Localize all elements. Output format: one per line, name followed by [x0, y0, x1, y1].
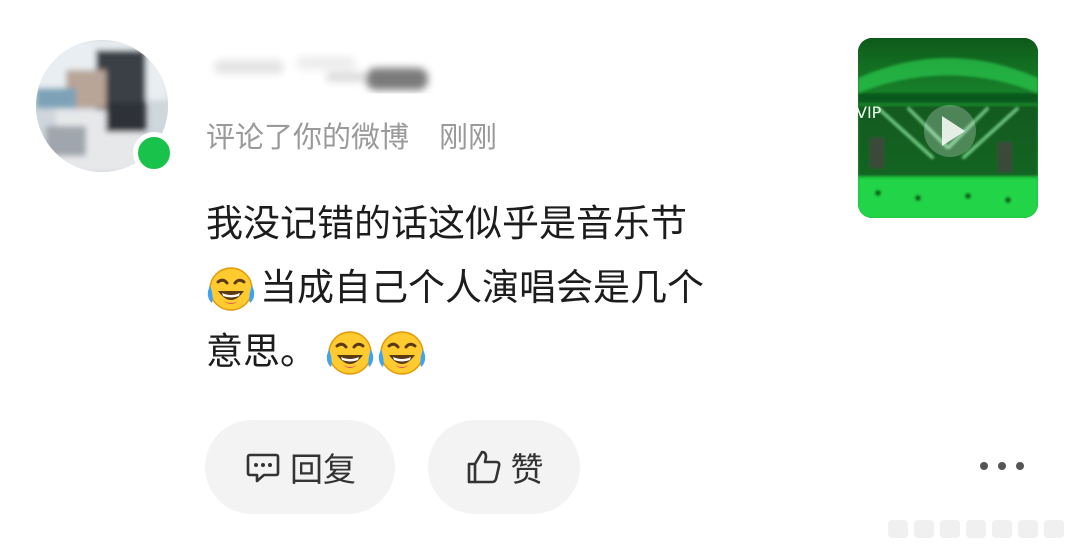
- user-avatar-group[interactable]: [36, 40, 175, 176]
- laughing-crying-emoji-icon: [378, 331, 426, 375]
- comment-text[interactable]: 我没记错的话这似乎是音乐节 当成自己个人演唱会是几个 意思。: [206, 192, 826, 384]
- timestamp: 刚刚: [439, 120, 498, 154]
- original-post-video-thumbnail[interactable]: VIP: [858, 38, 1038, 218]
- action-text: 评论了你的微博: [206, 120, 410, 154]
- online-status-dot: [133, 132, 175, 174]
- thumbnail-text: VIP: [858, 103, 882, 122]
- more-dot-icon: [1016, 462, 1024, 470]
- username-blurred[interactable]: [206, 46, 446, 98]
- laughing-crying-emoji-icon: [207, 267, 255, 311]
- comment-line-3: 意思。: [206, 320, 826, 384]
- more-dot-icon: [998, 462, 1006, 470]
- laughing-crying-emoji-icon: [326, 331, 374, 375]
- comment-line-text: 我没记错的话这似乎是音乐节: [206, 202, 687, 245]
- like-label: 赞: [510, 450, 544, 489]
- more-options-button[interactable]: [980, 452, 1024, 480]
- watermark: [888, 514, 1068, 542]
- comment-line-2: 当成自己个人演唱会是几个: [206, 256, 826, 320]
- comment-bubble-icon: [246, 453, 280, 483]
- reply-label: 回复: [290, 450, 356, 489]
- comment-meta: 评论了你的微博 刚刚: [206, 114, 497, 156]
- more-dot-icon: [980, 462, 988, 470]
- comment-line-text: 意思。: [206, 330, 317, 373]
- concert-stage-image: VIP: [858, 38, 1038, 218]
- comment-line-1: 我没记错的话这似乎是音乐节: [206, 192, 826, 256]
- comment-notification-card[interactable]: 评论了你的微博 刚刚 我没记错的话这似乎是音乐节 当成自己个人演唱会是几个 意思…: [0, 0, 1080, 548]
- thumbs-up-icon: [467, 450, 500, 484]
- username-blur-image: [214, 56, 428, 90]
- comment-line-text: 当成自己个人演唱会是几个: [260, 266, 704, 309]
- like-button[interactable]: 赞: [428, 420, 580, 514]
- watermark-image: [888, 520, 1064, 538]
- reply-button[interactable]: 回复: [205, 420, 395, 514]
